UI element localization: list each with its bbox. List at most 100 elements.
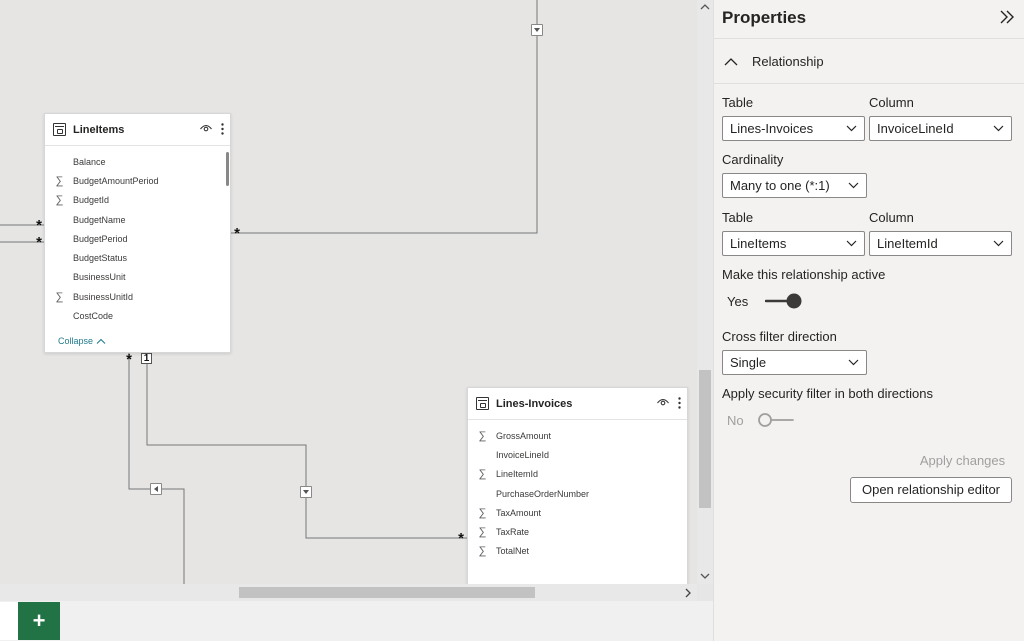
chevron-down-icon <box>846 240 857 247</box>
field-item[interactable]: Balance <box>45 152 225 171</box>
table1-value: Lines-Invoices <box>730 121 814 136</box>
cardinality-label: Cardinality <box>722 152 784 167</box>
field-item[interactable]: ∑ LineItemId <box>468 465 683 484</box>
table-label: Table <box>722 95 754 110</box>
collapse-link[interactable]: Collapse <box>58 336 106 346</box>
horizontal-scroll-thumb[interactable] <box>239 587 535 598</box>
column2-value: LineItemId <box>877 236 938 251</box>
add-page-button[interactable]: + <box>18 602 60 640</box>
table2-dropdown[interactable]: LineItems <box>722 231 865 256</box>
sigma-icon: ∑ <box>478 429 487 442</box>
field-item[interactable]: ∑ TaxAmount <box>468 503 683 522</box>
panel-title: Properties <box>722 8 807 27</box>
many-marker: * <box>458 530 464 547</box>
field-item[interactable]: ∑ BudgetAmountPeriod <box>45 171 225 190</box>
column2-dropdown[interactable]: LineItemId <box>869 231 1012 256</box>
section-header-relationship[interactable]: Relationship <box>724 54 824 69</box>
relationship-line-down <box>128 353 185 584</box>
security-filter-toggle[interactable] <box>756 410 794 430</box>
sigma-icon: ∑ <box>478 506 487 519</box>
table-card-lines-invoices[interactable]: Lines-Invoices ∑ GrossAmount InvoiceLineI… <box>467 387 688 584</box>
field-item[interactable]: BudgetStatus <box>45 248 225 267</box>
model-canvas[interactable]: * * * * 1 * LineItems Balance ∑ BudgetAmo… <box>0 0 697 584</box>
chevron-down-icon <box>848 182 859 189</box>
field-name: BudgetStatus <box>73 253 128 264</box>
filter-direction-arrow[interactable] <box>531 24 543 36</box>
chevron-down-icon <box>846 125 857 132</box>
one-marker: 1 <box>141 353 152 364</box>
canvas-vertical-scrollbar[interactable] <box>697 0 713 584</box>
field-name: TaxAmount <box>496 507 542 518</box>
field-item[interactable]: BusinessUnit <box>45 268 225 287</box>
collapse-panel-icon[interactable] <box>1000 9 1014 25</box>
table-card-header[interactable]: Lines-Invoices <box>468 388 687 420</box>
active-toggle[interactable] <box>765 291 803 311</box>
sigma-icon: ∑ <box>55 290 64 303</box>
field-name: BudgetId <box>73 195 110 206</box>
apply-changes-button[interactable]: Apply changes <box>911 449 1014 474</box>
chevron-up-icon <box>96 338 106 344</box>
column1-dropdown[interactable]: InvoiceLineId <box>869 116 1012 141</box>
table-card-lineitems[interactable]: LineItems Balance ∑ BudgetAmountPeriod ∑ B… <box>44 113 231 353</box>
field-name: Balance <box>73 156 106 167</box>
field-item[interactable]: ∑ BudgetId <box>45 191 225 210</box>
field-list: Balance ∑ BudgetAmountPeriod ∑ BudgetId Bu… <box>45 152 225 326</box>
cross-filter-value: Single <box>730 355 767 370</box>
field-item[interactable]: BudgetPeriod <box>45 229 225 248</box>
open-relationship-editor-button[interactable]: Open relationship editor <box>850 477 1012 503</box>
field-name: BusinessUnit <box>73 272 126 283</box>
cross-filter-dropdown[interactable]: Single <box>722 350 867 375</box>
scroll-down-icon[interactable] <box>697 571 713 581</box>
active-label: Make this relationship active <box>722 267 886 282</box>
column-label: Column <box>869 210 914 225</box>
collapse-label: Collapse <box>58 336 94 346</box>
chevron-up-icon <box>724 57 738 65</box>
field-list-scrollbar[interactable] <box>226 152 229 186</box>
cardinality-dropdown[interactable]: Many to one (*:1) <box>722 173 867 198</box>
active-state: Yes <box>727 294 749 309</box>
field-name: LineItemId <box>496 469 539 480</box>
security-filter-label: Apply security filter in both directions <box>722 386 933 401</box>
many-marker: * <box>234 225 240 242</box>
sigma-icon: ∑ <box>55 174 64 187</box>
relationship-line-top <box>231 0 538 234</box>
sigma-icon: ∑ <box>478 468 487 481</box>
eye-icon[interactable] <box>200 124 212 132</box>
table-icon <box>476 397 489 410</box>
field-name: TotalNet <box>496 546 530 557</box>
scroll-up-icon[interactable] <box>697 2 713 12</box>
table-title: LineItems <box>73 123 125 136</box>
field-item[interactable]: ∑ GrossAmount <box>468 426 683 445</box>
vertical-scroll-thumb[interactable] <box>699 370 711 508</box>
cross-filter-label: Cross filter direction <box>722 329 837 344</box>
field-name: TaxRate <box>496 527 530 538</box>
filter-direction-arrow[interactable] <box>300 486 312 498</box>
field-item[interactable]: PurchaseOrderNumber <box>468 484 683 503</box>
table2-value: LineItems <box>730 236 787 251</box>
field-name: BudgetName <box>73 214 126 225</box>
field-name: CostCode <box>73 311 114 322</box>
relationship-line-lineitems-invoices <box>146 353 467 539</box>
field-item[interactable]: ∑ TotalNet <box>468 542 683 561</box>
many-marker: * <box>126 351 132 368</box>
field-item[interactable]: CostCode <box>45 306 225 325</box>
field-name: BusinessUnitId <box>73 291 134 302</box>
page-tab[interactable] <box>0 602 18 640</box>
field-item[interactable]: ∑ TaxRate <box>468 522 683 541</box>
filter-direction-arrow[interactable] <box>150 483 162 495</box>
eye-icon[interactable] <box>657 398 669 406</box>
canvas-horizontal-scrollbar[interactable] <box>0 584 697 601</box>
table-card-header[interactable]: LineItems <box>45 114 230 146</box>
field-item[interactable]: BudgetName <box>45 210 225 229</box>
more-options-icon[interactable] <box>221 123 224 135</box>
properties-panel: Properties Relationship Table Column Lin… <box>713 0 1024 641</box>
field-item[interactable]: InvoiceLineId <box>468 445 683 464</box>
field-name: InvoiceLineId <box>496 449 550 460</box>
more-options-icon[interactable] <box>678 397 681 409</box>
column-label: Column <box>869 95 914 110</box>
table1-dropdown[interactable]: Lines-Invoices <box>722 116 865 141</box>
section-title: Relationship <box>752 54 824 69</box>
field-item[interactable]: ∑ BusinessUnitId <box>45 287 225 306</box>
chevron-down-icon <box>993 240 1004 247</box>
scroll-right-icon[interactable] <box>683 587 693 599</box>
